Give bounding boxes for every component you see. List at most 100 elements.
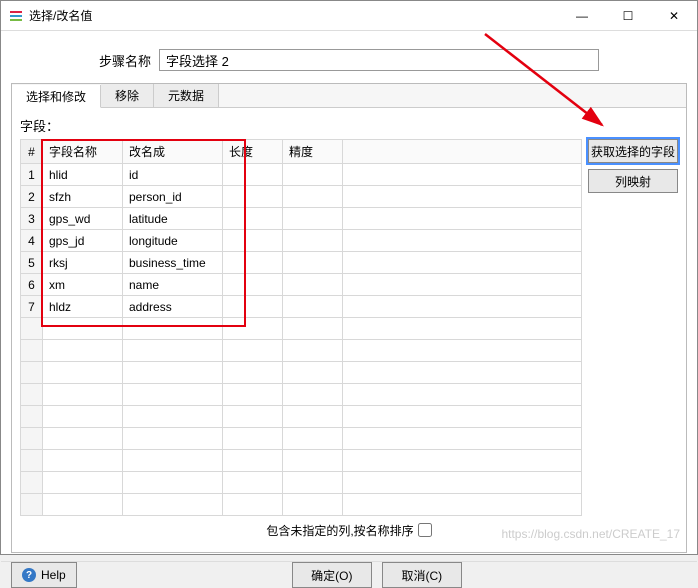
tabs-container: 选择和修改 移除 元数据 字段： # 字段名称 改名成 (11, 83, 687, 553)
tab-select-modify[interactable]: 选择和修改 (12, 85, 101, 108)
table-row-empty[interactable] (21, 406, 582, 428)
cell-length[interactable] (223, 186, 283, 208)
cell-rename[interactable]: address (123, 296, 223, 318)
minimize-button[interactable]: — (559, 1, 605, 31)
minimize-icon: — (576, 9, 588, 23)
cell-name[interactable]: rksj (43, 252, 123, 274)
cell-precision[interactable] (283, 208, 343, 230)
cancel-button[interactable]: 取消(C) (382, 562, 462, 588)
cell-name[interactable]: sfzh (43, 186, 123, 208)
cell-rename[interactable]: name (123, 274, 223, 296)
table-row[interactable]: 3gps_wdlatitude (21, 208, 582, 230)
table-row-empty[interactable] (21, 384, 582, 406)
table-row[interactable]: 7hldzaddress (21, 296, 582, 318)
table-row[interactable]: 5rksjbusiness_time (21, 252, 582, 274)
cell-length[interactable] (223, 252, 283, 274)
maximize-icon: ☐ (623, 9, 634, 23)
cell-precision[interactable] (283, 296, 343, 318)
cell-blank[interactable] (343, 296, 582, 318)
fields-area: # 字段名称 改名成 长度 精度 1hlidid2sfzhperson_id3g… (20, 139, 678, 516)
close-button[interactable]: ✕ (651, 1, 697, 31)
table-row-empty[interactable] (21, 362, 582, 384)
cell-blank[interactable] (343, 230, 582, 252)
cell-blank[interactable] (343, 208, 582, 230)
dialog-window: 选择/改名值 — ☐ ✕ 步骤名称 选择和修改 移除 元数据 字段： (0, 0, 698, 555)
ok-button[interactable]: 确定(O) (292, 562, 372, 588)
maximize-button[interactable]: ☐ (605, 1, 651, 31)
table-row-empty[interactable] (21, 340, 582, 362)
cell-precision[interactable] (283, 186, 343, 208)
cell-precision[interactable] (283, 164, 343, 186)
cell-name[interactable]: gps_wd (43, 208, 123, 230)
include-unspecified-row: 包含未指定的列,按名称排序 (20, 516, 678, 544)
row-num: 1 (21, 164, 43, 186)
col-header-rename[interactable]: 改名成 (123, 140, 223, 164)
row-num: 4 (21, 230, 43, 252)
cell-precision[interactable] (283, 230, 343, 252)
cell-name[interactable]: xm (43, 274, 123, 296)
cell-name[interactable]: gps_jd (43, 230, 123, 252)
row-num: 2 (21, 186, 43, 208)
help-label: Help (41, 568, 66, 582)
cell-precision[interactable] (283, 252, 343, 274)
step-name-label: 步骤名称 (99, 51, 151, 70)
cell-rename[interactable]: id (123, 164, 223, 186)
cell-rename[interactable]: person_id (123, 186, 223, 208)
col-header-length[interactable]: 长度 (223, 140, 283, 164)
table-row[interactable]: 6xmname (21, 274, 582, 296)
get-fields-button[interactable]: 获取选择的字段 (588, 139, 678, 163)
col-header-precision[interactable]: 精度 (283, 140, 343, 164)
table-row[interactable]: 2sfzhperson_id (21, 186, 582, 208)
cell-blank[interactable] (343, 186, 582, 208)
table-row-empty[interactable] (21, 450, 582, 472)
table-row[interactable]: 1hlidid (21, 164, 582, 186)
row-num: 3 (21, 208, 43, 230)
table-row-empty[interactable] (21, 494, 582, 516)
cell-length[interactable] (223, 230, 283, 252)
cell-precision[interactable] (283, 274, 343, 296)
grid-wrap: # 字段名称 改名成 长度 精度 1hlidid2sfzhperson_id3g… (20, 139, 582, 516)
column-mapping-button[interactable]: 列映射 (588, 169, 678, 193)
cell-length[interactable] (223, 296, 283, 318)
close-icon: ✕ (669, 9, 679, 23)
fields-label: 字段： (20, 116, 678, 135)
cell-blank[interactable] (343, 274, 582, 296)
cell-rename[interactable]: business_time (123, 252, 223, 274)
tab-row: 选择和修改 移除 元数据 (12, 84, 686, 108)
include-unspecified-checkbox[interactable] (418, 523, 432, 537)
cell-blank[interactable] (343, 164, 582, 186)
help-button[interactable]: ? Help (11, 562, 77, 588)
cell-length[interactable] (223, 274, 283, 296)
table-row-empty[interactable] (21, 472, 582, 494)
bottom-bar: ? Help 确定(O) 取消(C) (1, 561, 697, 588)
cell-length[interactable] (223, 164, 283, 186)
table-row[interactable]: 4gps_jdlongitude (21, 230, 582, 252)
cell-blank[interactable] (343, 252, 582, 274)
side-buttons: 获取选择的字段 列映射 (588, 139, 678, 516)
window-title: 选择/改名值 (29, 7, 559, 24)
help-icon: ? (22, 568, 36, 582)
row-num: 7 (21, 296, 43, 318)
table-header-row: # 字段名称 改名成 长度 精度 (21, 140, 582, 164)
window-controls: — ☐ ✕ (559, 1, 697, 31)
step-name-row: 步骤名称 (11, 49, 687, 71)
tab-metadata[interactable]: 元数据 (154, 84, 219, 107)
tab-remove[interactable]: 移除 (101, 84, 154, 107)
cell-length[interactable] (223, 208, 283, 230)
fields-table[interactable]: # 字段名称 改名成 长度 精度 1hlidid2sfzhperson_id3g… (20, 139, 582, 516)
cell-name[interactable]: hlid (43, 164, 123, 186)
col-header-blank (343, 140, 582, 164)
content-area: 步骤名称 选择和修改 移除 元数据 字段： # (1, 31, 697, 561)
table-row-empty[interactable] (21, 428, 582, 450)
app-icon (9, 9, 23, 23)
titlebar[interactable]: 选择/改名值 — ☐ ✕ (1, 1, 697, 31)
row-num: 5 (21, 252, 43, 274)
step-name-input[interactable] (159, 49, 599, 71)
cell-rename[interactable]: latitude (123, 208, 223, 230)
cell-name[interactable]: hldz (43, 296, 123, 318)
col-header-name[interactable]: 字段名称 (43, 140, 123, 164)
include-unspecified-label: 包含未指定的列,按名称排序 (266, 522, 413, 539)
col-header-num[interactable]: # (21, 140, 43, 164)
cell-rename[interactable]: longitude (123, 230, 223, 252)
table-row-empty[interactable] (21, 318, 582, 340)
